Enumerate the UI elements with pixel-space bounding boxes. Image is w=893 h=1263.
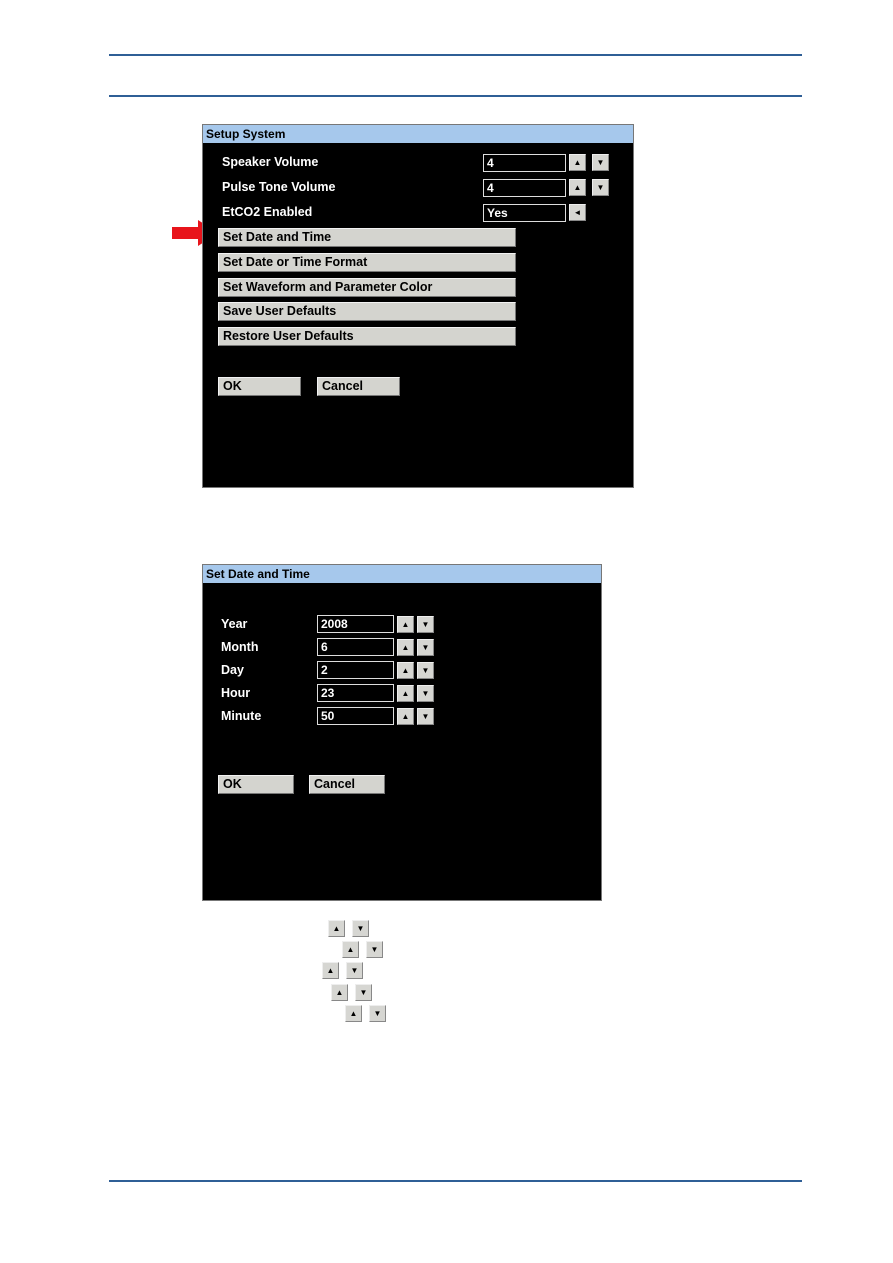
day-up-button[interactable]: ▲: [397, 662, 414, 679]
down-arrow-icon: ▼: [346, 962, 363, 979]
month-label: Month: [221, 640, 259, 654]
set-date-time-dialog: Set Date and Time Year 2008 ▲ ▼ Month 6 …: [202, 564, 602, 901]
day-field[interactable]: 2: [317, 661, 394, 679]
down-arrow-icon: ▼: [352, 920, 369, 937]
day-label: Day: [221, 663, 244, 677]
ok-button[interactable]: OK: [218, 775, 294, 794]
down-arrow-icon: ▼: [421, 620, 430, 629]
pulse-tone-volume-field[interactable]: 4: [483, 179, 566, 197]
speaker-volume-field[interactable]: 4: [483, 154, 566, 172]
set-date-or-time-format-button[interactable]: Set Date or Time Format: [218, 253, 516, 272]
down-arrow-icon: ▼: [596, 183, 605, 192]
up-arrow-icon: ▲: [331, 984, 348, 1001]
up-arrow-icon: ▲: [328, 920, 345, 937]
down-arrow-icon: ▼: [421, 689, 430, 698]
restore-user-defaults-button[interactable]: Restore User Defaults: [218, 327, 516, 346]
save-user-defaults-button[interactable]: Save User Defaults: [218, 302, 516, 321]
day-down-button[interactable]: ▼: [417, 662, 434, 679]
up-arrow-icon: ▲: [573, 183, 582, 192]
hour-field[interactable]: 23: [317, 684, 394, 702]
down-arrow-icon: ▼: [366, 941, 383, 958]
pulse-tone-volume-label: Pulse Tone Volume: [222, 180, 336, 194]
down-arrow-icon: ▼: [355, 984, 372, 1001]
up-arrow-icon: ▲: [401, 643, 410, 652]
dialog-title: Set Date and Time: [203, 565, 601, 583]
speaker-volume-label: Speaker Volume: [222, 155, 319, 169]
minute-label: Minute: [221, 709, 262, 723]
etco2-enabled-toggle-button[interactable]: ◄: [569, 204, 586, 221]
up-arrow-icon: ▲: [322, 962, 339, 979]
down-arrow-icon: ▼: [421, 643, 430, 652]
header-rule-bottom: [109, 95, 802, 97]
dialog-title: Setup System: [203, 125, 633, 143]
down-arrow-icon: ▼: [369, 1005, 386, 1022]
up-arrow-icon: ▲: [342, 941, 359, 958]
etco2-enabled-label: EtCO2 Enabled: [222, 205, 313, 219]
month-down-button[interactable]: ▼: [417, 639, 434, 656]
hour-label: Hour: [221, 686, 251, 700]
etco2-enabled-field[interactable]: Yes: [483, 204, 566, 222]
pulse-tone-volume-up-button[interactable]: ▲: [569, 179, 586, 196]
minute-down-button[interactable]: ▼: [417, 708, 434, 725]
hour-up-button[interactable]: ▲: [397, 685, 414, 702]
up-arrow-icon: ▲: [401, 620, 410, 629]
up-arrow-icon: ▲: [401, 712, 410, 721]
left-arrow-icon: ◄: [573, 208, 582, 217]
header-rule-top: [109, 54, 802, 56]
month-field[interactable]: 6: [317, 638, 394, 656]
year-up-button[interactable]: ▲: [397, 616, 414, 633]
speaker-volume-up-button[interactable]: ▲: [569, 154, 586, 171]
year-label: Year: [221, 617, 248, 631]
down-arrow-icon: ▼: [596, 158, 605, 167]
up-arrow-icon: ▲: [345, 1005, 362, 1022]
up-arrow-icon: ▲: [401, 689, 410, 698]
year-down-button[interactable]: ▼: [417, 616, 434, 633]
up-arrow-icon: ▲: [401, 666, 410, 675]
pulse-tone-volume-down-button[interactable]: ▼: [592, 179, 609, 196]
month-up-button[interactable]: ▲: [397, 639, 414, 656]
ok-button[interactable]: OK: [218, 377, 301, 396]
set-waveform-and-parameter-color-button[interactable]: Set Waveform and Parameter Color: [218, 278, 516, 297]
down-arrow-icon: ▼: [421, 712, 430, 721]
footer-rule: [109, 1180, 802, 1182]
set-date-and-time-button[interactable]: Set Date and Time: [218, 228, 516, 247]
hour-down-button[interactable]: ▼: [417, 685, 434, 702]
up-arrow-icon: ▲: [573, 158, 582, 167]
down-arrow-icon: ▼: [421, 666, 430, 675]
minute-field[interactable]: 50: [317, 707, 394, 725]
year-field[interactable]: 2008: [317, 615, 394, 633]
cancel-button[interactable]: Cancel: [317, 377, 400, 396]
speaker-volume-down-button[interactable]: ▼: [592, 154, 609, 171]
cancel-button[interactable]: Cancel: [309, 775, 385, 794]
setup-system-dialog: Setup System Speaker Volume 4 ▲ ▼ Pulse …: [202, 124, 634, 488]
minute-up-button[interactable]: ▲: [397, 708, 414, 725]
